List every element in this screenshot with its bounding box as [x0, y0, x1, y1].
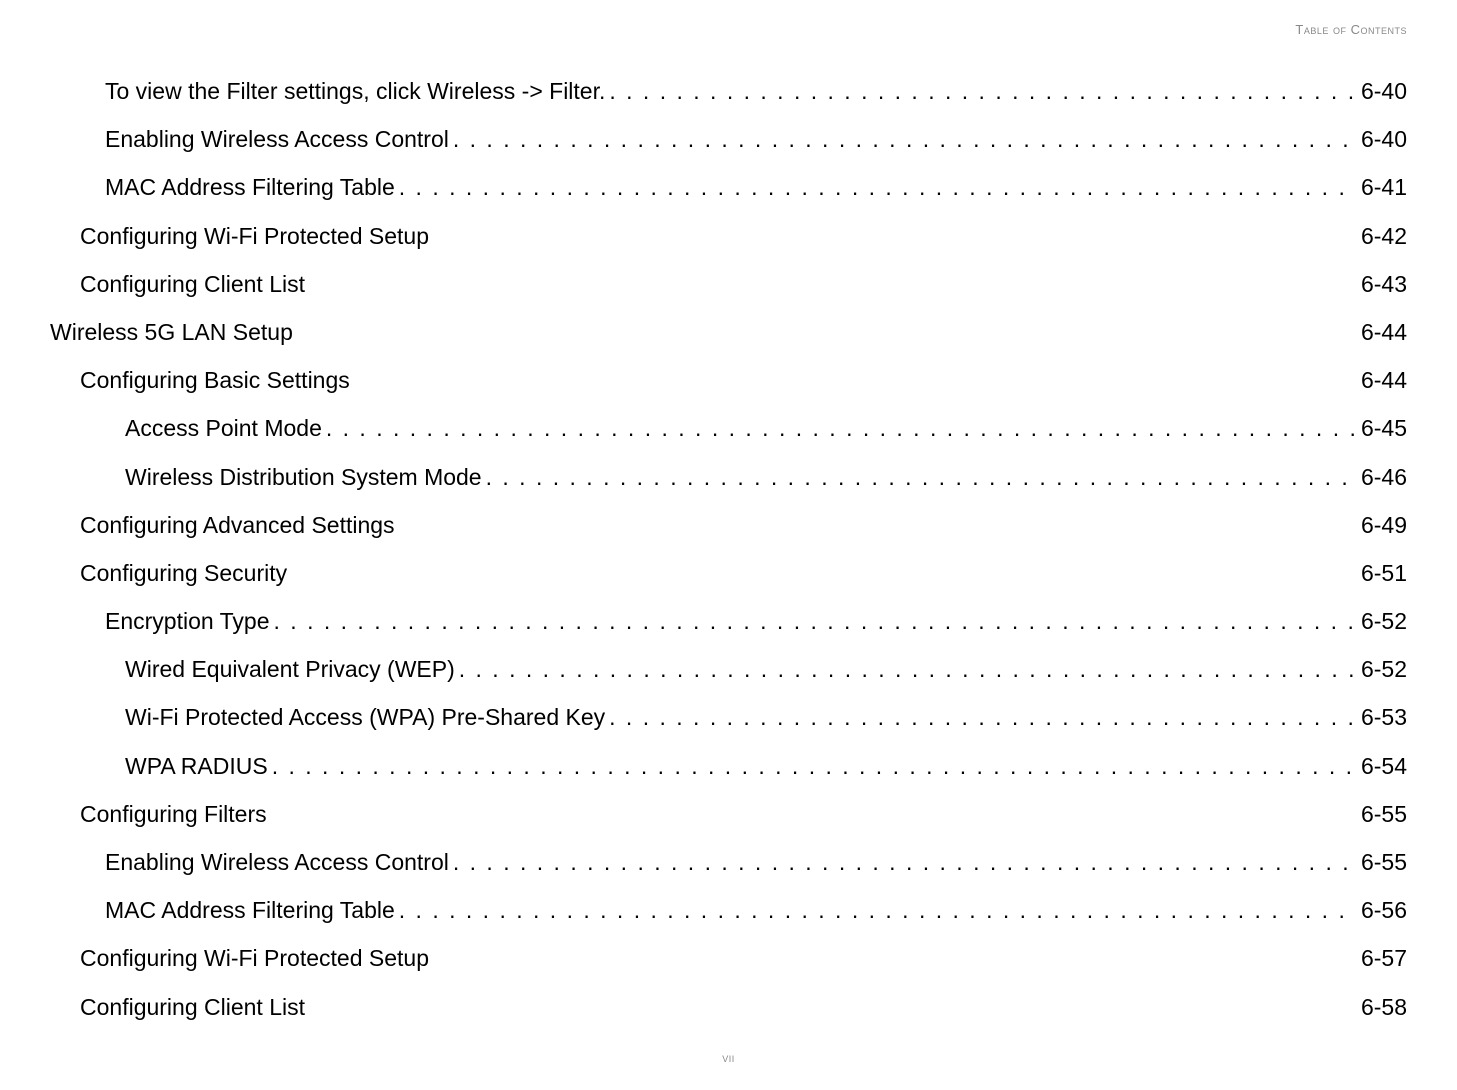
- toc-title: Enabling Wireless Access Control: [105, 846, 449, 878]
- toc-title: Configuring Wi-Fi Protected Setup: [80, 220, 429, 252]
- toc-page-number: 6-43: [1357, 268, 1407, 300]
- toc-title: Encryption Type: [105, 605, 270, 637]
- page-footer: vii: [722, 1050, 735, 1065]
- toc-page-number: 6-56: [1357, 894, 1407, 926]
- toc-page-number: 6-41: [1357, 171, 1407, 203]
- toc-leader: [605, 75, 1357, 107]
- toc-title: Configuring Security: [80, 557, 287, 589]
- toc-entry[interactable]: Configuring Client List 6-43: [50, 268, 1407, 300]
- toc-leader: [455, 653, 1357, 685]
- toc-entry[interactable]: Wired Equivalent Privacy (WEP) 6-52: [50, 653, 1407, 685]
- toc-title: WPA RADIUS: [125, 750, 268, 782]
- toc-title: Access Point Mode: [125, 412, 322, 444]
- toc-entry[interactable]: Configuring Wi-Fi Protected Setup 6-57: [50, 942, 1407, 974]
- toc-entry[interactable]: Configuring Client List 6-58: [50, 991, 1407, 1023]
- toc-page-number: 6-46: [1357, 461, 1407, 493]
- toc-leader: [482, 461, 1357, 493]
- toc-leader: [395, 171, 1357, 203]
- toc-entry[interactable]: Wireless 5G LAN Setup 6-44: [50, 316, 1407, 348]
- toc-title: Enabling Wireless Access Control: [105, 123, 449, 155]
- toc-leader: [395, 894, 1357, 926]
- toc-title: To view the Filter settings, click Wirel…: [105, 75, 605, 107]
- toc-page-number: 6-42: [1357, 220, 1407, 252]
- toc-page-number: 6-53: [1357, 701, 1407, 733]
- table-of-contents: To view the Filter settings, click Wirel…: [50, 75, 1407, 1023]
- toc-entry[interactable]: Wi-Fi Protected Access (WPA) Pre-Shared …: [50, 701, 1407, 733]
- toc-page-number: 6-58: [1357, 991, 1407, 1023]
- toc-page-number: 6-49: [1357, 509, 1407, 541]
- toc-entry[interactable]: Configuring Basic Settings 6-44: [50, 364, 1407, 396]
- toc-entry[interactable]: WPA RADIUS 6-54: [50, 750, 1407, 782]
- toc-leader: [268, 750, 1357, 782]
- toc-page-number: 6-54: [1357, 750, 1407, 782]
- toc-entry[interactable]: Configuring Wi-Fi Protected Setup 6-42: [50, 220, 1407, 252]
- toc-leader: [322, 412, 1357, 444]
- toc-page-number: 6-55: [1357, 846, 1407, 878]
- toc-title: Configuring Filters: [80, 798, 267, 830]
- toc-page-number: 6-40: [1357, 75, 1407, 107]
- toc-title: MAC Address Filtering Table: [105, 894, 395, 926]
- toc-page-number: 6-57: [1357, 942, 1407, 974]
- toc-title: Configuring Wi-Fi Protected Setup: [80, 942, 429, 974]
- toc-entry[interactable]: Configuring Advanced Settings 6-49: [50, 509, 1407, 541]
- toc-entry[interactable]: Configuring Security 6-51: [50, 557, 1407, 589]
- toc-leader: [449, 123, 1357, 155]
- toc-entry[interactable]: Enabling Wireless Access Control 6-55: [50, 846, 1407, 878]
- toc-title: Configuring Client List: [80, 268, 305, 300]
- toc-title: Configuring Client List: [80, 991, 305, 1023]
- toc-entry[interactable]: Encryption Type 6-52: [50, 605, 1407, 637]
- toc-page-number: 6-44: [1357, 364, 1407, 396]
- toc-title: Wireless 5G LAN Setup: [50, 316, 293, 348]
- toc-entry[interactable]: Configuring Filters 6-55: [50, 798, 1407, 830]
- toc-title: Wireless Distribution System Mode: [125, 461, 482, 493]
- toc-title: Wi-Fi Protected Access (WPA) Pre-Shared …: [125, 701, 605, 733]
- toc-page-number: 6-52: [1357, 653, 1407, 685]
- toc-leader: [449, 846, 1357, 878]
- toc-entry[interactable]: To view the Filter settings, click Wirel…: [50, 75, 1407, 107]
- toc-title: MAC Address Filtering Table: [105, 171, 395, 203]
- toc-leader: [270, 605, 1357, 637]
- toc-entry[interactable]: Enabling Wireless Access Control 6-40: [50, 123, 1407, 155]
- toc-entry[interactable]: MAC Address Filtering Table 6-41: [50, 171, 1407, 203]
- toc-page-number: 6-52: [1357, 605, 1407, 637]
- toc-page-number: 6-51: [1357, 557, 1407, 589]
- toc-page-number: 6-55: [1357, 798, 1407, 830]
- toc-entry[interactable]: MAC Address Filtering Table 6-56: [50, 894, 1407, 926]
- toc-leader: [605, 701, 1357, 733]
- toc-entry[interactable]: Access Point Mode 6-45: [50, 412, 1407, 444]
- toc-page-number: 6-44: [1357, 316, 1407, 348]
- toc-page-number: 6-45: [1357, 412, 1407, 444]
- toc-title: Configuring Basic Settings: [80, 364, 350, 396]
- page-header: Table of Contents: [1295, 22, 1407, 37]
- toc-entry[interactable]: Wireless Distribution System Mode 6-46: [50, 461, 1407, 493]
- toc-title: Configuring Advanced Settings: [80, 509, 395, 541]
- toc-page-number: 6-40: [1357, 123, 1407, 155]
- toc-title: Wired Equivalent Privacy (WEP): [125, 653, 455, 685]
